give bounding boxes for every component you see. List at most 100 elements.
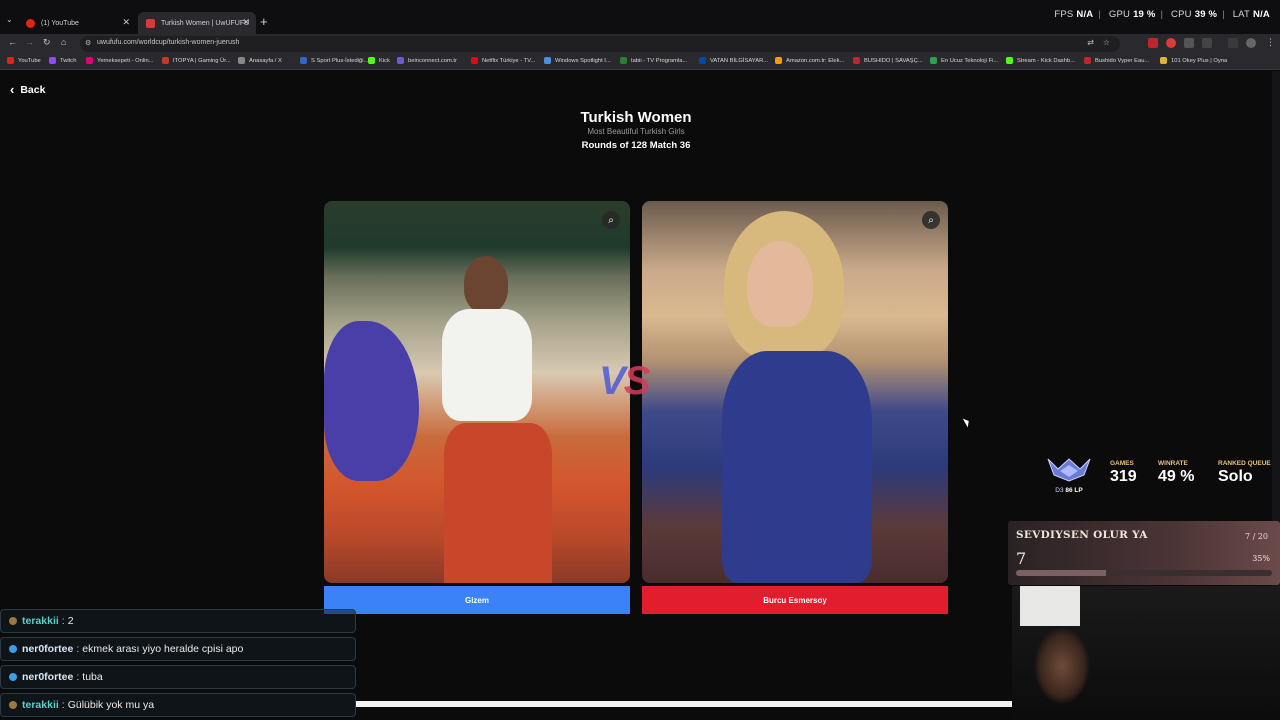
rank-tier: D3 86 LP bbox=[1044, 487, 1094, 494]
chat-username: terakkii bbox=[22, 699, 59, 711]
fps-label: FPS bbox=[1054, 9, 1074, 20]
bookmark-favicon-icon bbox=[162, 57, 169, 64]
profile-avatar[interactable] bbox=[1246, 38, 1256, 48]
mouse-cursor bbox=[962, 416, 972, 428]
chat-badge-icon bbox=[9, 645, 17, 653]
bookmark-label: Anasayfa / X bbox=[249, 57, 282, 64]
new-tab-button[interactable]: + bbox=[260, 14, 268, 29]
home-icon[interactable]: ⌂ bbox=[61, 37, 66, 47]
tab-search-icon[interactable]: ⌄ bbox=[6, 15, 13, 24]
tab-youtube[interactable]: (1) YouTube ✕ bbox=[18, 12, 136, 34]
extension-icon[interactable] bbox=[1184, 38, 1194, 48]
bookmark-item[interactable]: tabii - TV Programla... bbox=[620, 57, 687, 64]
bookmark-item[interactable]: Yemeksepeti - Onlin... bbox=[86, 57, 154, 64]
zoom-in-icon[interactable]: ⌕ bbox=[602, 211, 620, 229]
bookmark-favicon-icon bbox=[49, 57, 56, 64]
reload-icon[interactable]: ↻ bbox=[43, 37, 51, 48]
lat-label: LAT bbox=[1232, 9, 1251, 20]
bookmark-item[interactable]: Stream - Kick Dashb... bbox=[1006, 57, 1075, 64]
bookmark-favicon-icon bbox=[620, 57, 627, 64]
address-bar[interactable]: ⚙ uwufufu.com/worldcup/turkish-women-jue… bbox=[80, 36, 1120, 52]
chat-message: terakkii:2 bbox=[0, 609, 356, 633]
winrate-stat: WINRATE 49 % bbox=[1158, 460, 1194, 486]
cpu-label: CPU bbox=[1171, 9, 1192, 20]
chat-separator: : bbox=[76, 643, 80, 655]
translate-icon[interactable]: ⇄ bbox=[1087, 38, 1094, 47]
bookmark-label: VATAN BİLGİSAYAR... bbox=[710, 57, 769, 64]
bookmark-item[interactable]: Amazon.com.tr: Elek... bbox=[775, 57, 844, 64]
page-subtitle: Most Beautiful Turkish Girls bbox=[587, 127, 685, 136]
back-button[interactable]: ‹ Back bbox=[10, 82, 45, 97]
winrate-label: WINRATE bbox=[1158, 460, 1188, 467]
person-outfit bbox=[722, 351, 872, 583]
bookmark-favicon-icon bbox=[853, 57, 860, 64]
bookmark-item[interactable]: VATAN BİLGİSAYAR... bbox=[699, 57, 768, 64]
bookmark-label: Windows Spotlight I... bbox=[555, 57, 611, 64]
goal-count: 7 / 20 bbox=[1244, 532, 1268, 541]
webcam-background bbox=[1020, 586, 1080, 626]
goal-title: SEVDIYSEN OLUR YA bbox=[1016, 529, 1148, 541]
browser-toolbar: ← → ↻ ⌂ ⚙ uwufufu.com/worldcup/turkish-w… bbox=[0, 34, 1280, 54]
choose-left-button[interactable]: Gizem bbox=[324, 586, 630, 614]
chat-badge-icon bbox=[9, 617, 17, 625]
extension-icon[interactable] bbox=[1166, 38, 1176, 48]
choose-right-button[interactable]: Burcu Esmersoy bbox=[642, 586, 948, 614]
menu-kebab-icon[interactable]: ⋮ bbox=[1266, 37, 1275, 48]
bookmark-item[interactable]: Bushido Vyper Eau... bbox=[1084, 57, 1149, 64]
bookmark-item[interactable]: YouTube bbox=[7, 57, 41, 64]
chat-message: ner0fortee: tuba bbox=[0, 665, 356, 689]
tab-label: Turkish Women | UwUFUFU bbox=[161, 19, 250, 27]
bookmark-label: tabii - TV Programla... bbox=[631, 57, 688, 64]
close-tab-icon[interactable]: ✕ bbox=[122, 17, 130, 28]
candidate-image-right[interactable]: ⌕ bbox=[642, 201, 948, 583]
stream-bar bbox=[356, 701, 1012, 707]
bookmark-item[interactable]: Windows Spotlight I... bbox=[544, 57, 611, 64]
bookmark-favicon-icon bbox=[300, 57, 307, 64]
zoom-in-icon[interactable]: ⌕ bbox=[922, 211, 940, 229]
bookmark-label: Yemeksepeti - Onlin... bbox=[97, 57, 154, 64]
bookmark-item[interactable]: Kick bbox=[368, 57, 390, 64]
bookmark-item[interactable]: Twitch bbox=[49, 57, 76, 64]
bookmark-favicon-icon bbox=[544, 57, 551, 64]
bookmark-item[interactable]: Anasayfa / X bbox=[238, 57, 282, 64]
goal-percent: 35% bbox=[1252, 554, 1270, 563]
candidate-image-left[interactable]: ⌕ bbox=[324, 201, 630, 583]
bookmark-item[interactable]: Netflix Türkiye - TV... bbox=[471, 57, 535, 64]
back-arrow-icon[interactable]: ← bbox=[8, 37, 17, 47]
extensions-puzzle-icon[interactable] bbox=[1202, 38, 1212, 48]
cpu-value: 39 % bbox=[1194, 9, 1218, 20]
tab-uwufufu[interactable]: Turkish Women | UwUFUFU ✕ bbox=[138, 12, 256, 34]
bookmark-item[interactable]: S Sport Plus-İstediği... bbox=[300, 57, 368, 64]
rank-lp: 86 LP bbox=[1065, 487, 1083, 494]
page-title: Turkish Women bbox=[580, 109, 692, 126]
queue-label: RANKED QUEUE bbox=[1218, 460, 1271, 467]
bookmark-item[interactable]: En Ucuz Teknoloji Fi... bbox=[930, 57, 998, 64]
forward-arrow-icon[interactable]: → bbox=[25, 37, 34, 47]
chat-username: ner0fortee bbox=[22, 671, 74, 683]
bookmark-star-icon[interactable]: ☆ bbox=[1103, 38, 1110, 47]
extension-icon[interactable] bbox=[1148, 38, 1158, 48]
winrate-value: 49 % bbox=[1158, 468, 1195, 485]
chat-text: tuba bbox=[82, 671, 103, 683]
bookmark-item[interactable]: ITOPYA | Gaming Ür... bbox=[162, 57, 231, 64]
chat-separator: : bbox=[76, 671, 80, 683]
close-tab-icon[interactable]: ✕ bbox=[242, 17, 250, 28]
rank-division: D3 bbox=[1055, 487, 1064, 494]
bookmark-label: Bushido Vyper Eau... bbox=[1095, 57, 1150, 64]
bookmark-favicon-icon bbox=[471, 57, 478, 64]
bookmark-item[interactable]: 101 Okey Plus | Oyna bbox=[1160, 57, 1227, 64]
bookmark-item[interactable]: BUSHIDO | SAVAŞÇ... bbox=[853, 57, 923, 64]
bookmark-label: BUSHIDO | SAVAŞÇ... bbox=[864, 57, 923, 64]
chat-message: ner0fortee: ekmek arası yiyo heralde cpis… bbox=[0, 637, 356, 661]
gpu-value: 19 % bbox=[1133, 9, 1156, 20]
bookmark-favicon-icon bbox=[238, 57, 245, 64]
bookmark-label: 101 Okey Plus | Oyna bbox=[1171, 57, 1228, 64]
vs-s: S bbox=[623, 359, 651, 403]
media-icon[interactable] bbox=[1228, 38, 1238, 48]
url-text[interactable]: uwufufu.com/worldcup/turkish-women-jueru… bbox=[97, 39, 239, 46]
site-info-icon[interactable]: ⚙ bbox=[85, 39, 91, 47]
bookmark-item[interactable]: beinconnect.com.tr bbox=[397, 57, 457, 64]
queue-stat: RANKED QUEUE Solo bbox=[1218, 460, 1271, 486]
bookmark-favicon-icon bbox=[397, 57, 404, 64]
bookmark-favicon-icon bbox=[775, 57, 782, 64]
